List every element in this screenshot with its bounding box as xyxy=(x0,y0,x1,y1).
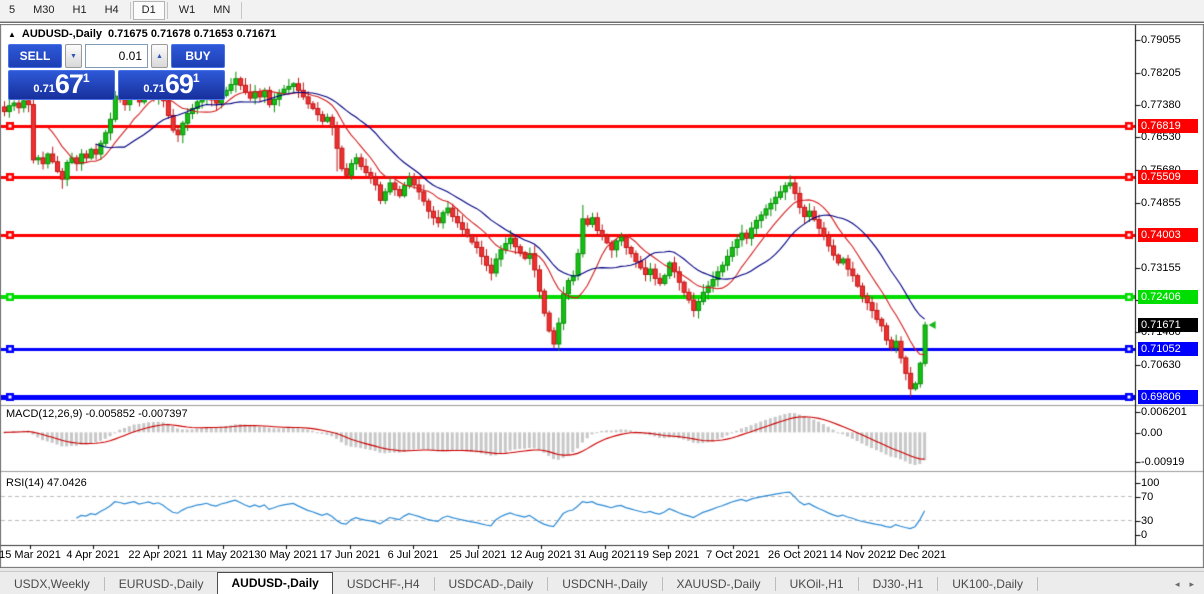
price-axis-tick: 0.74855 xyxy=(1141,197,1181,209)
date-axis-label: 31 Aug 2021 xyxy=(574,549,636,561)
date-axis-label: 11 May 2021 xyxy=(191,549,255,561)
volume-input[interactable]: 0.01 xyxy=(85,44,148,68)
buy-price-main: 69 xyxy=(164,69,194,99)
price-axis-tick: 0.70630 xyxy=(1141,359,1181,371)
timeframe-button-5[interactable]: 5 xyxy=(0,1,24,20)
symbol-tab-bar: USDX,Weekly EURUSD-,Daily AUDUSD-,Daily USD… xyxy=(0,571,1204,594)
level-price-tag: 0.76819 xyxy=(1138,119,1198,133)
one-click-trade-panel: SELL ▼ 0.01 ▲ BUY 0.71 67 1 0.71 69 1 xyxy=(8,44,225,100)
buy-price-prefix: 0.71 xyxy=(143,83,165,95)
level-price-tag: 0.69806 xyxy=(1138,390,1198,404)
sell-price-pip: 1 xyxy=(82,71,90,85)
price-axis-tick: 0.73155 xyxy=(1141,262,1181,274)
toolbar-separator xyxy=(129,2,131,19)
timeframe-button-h1[interactable]: H1 xyxy=(64,1,96,20)
indicator-axis-tick: 30 xyxy=(1141,515,1154,527)
indicator-axis-tick: 0 xyxy=(1141,529,1148,541)
tabs-scroll-left-icon[interactable]: ◂ xyxy=(1175,579,1180,590)
date-axis-label: 26 Oct 2021 xyxy=(768,549,828,561)
indicator-axis-tick: 100 xyxy=(1141,477,1160,489)
timeframe-button-w1[interactable]: W1 xyxy=(170,1,205,20)
chart-symbol-title: AUDUSD-,Daily xyxy=(21,28,102,40)
window-border xyxy=(0,22,1204,23)
price-axis-tick: 0.79055 xyxy=(1141,34,1181,46)
timeframe-button-d1[interactable]: D1 xyxy=(132,1,165,20)
date-axis-label: 14 Nov 2021 xyxy=(829,549,893,561)
date-axis-label: 19 Sep 2021 xyxy=(636,549,700,561)
indicator-axis-tick: 0.00 xyxy=(1141,427,1163,439)
symbol-tab-usdcnh[interactable]: USDCNH-,Daily xyxy=(548,574,661,594)
toolbar-separator xyxy=(166,2,168,19)
timeframe-toolbar: 5 M30 H1 H4 D1 W1 MN xyxy=(0,0,1204,22)
date-axis-label: 30 May 2021 xyxy=(254,549,318,561)
tab-separator xyxy=(1036,577,1038,591)
symbol-tab-usdcad[interactable]: USDCAD-,Daily xyxy=(435,574,548,594)
price-axis-tick: 0.78205 xyxy=(1141,67,1181,79)
indicator-axis-tick: 0.006201 xyxy=(1141,406,1187,418)
price-chart-canvas[interactable] xyxy=(0,24,1204,568)
symbol-tab-dj30[interactable]: DJ30-,H1 xyxy=(859,574,938,594)
date-axis-label: 25 Jul 2021 xyxy=(449,549,507,561)
timeframe-button-h4[interactable]: H4 xyxy=(96,1,128,20)
date-axis-label: 15 Mar 2021 xyxy=(0,549,61,561)
symbol-tab-audusd[interactable]: AUDUSD-,Daily xyxy=(217,572,333,594)
date-axis-label: 7 Oct 2021 xyxy=(706,549,760,561)
level-price-tag: 0.75509 xyxy=(1138,170,1198,184)
sell-price-prefix: 0.71 xyxy=(33,83,55,95)
price-axis-tick: 0.77380 xyxy=(1141,99,1181,111)
date-axis-label: 12 Aug 2021 xyxy=(510,549,572,561)
collapse-panel-icon[interactable]: ▲ xyxy=(8,30,16,39)
symbol-tab-xauusd[interactable]: XAUUSD-,Daily xyxy=(663,574,775,594)
level-price-tag: 0.71052 xyxy=(1138,342,1198,356)
date-axis-label: 6 Jul 2021 xyxy=(387,549,439,561)
indicator-axis-tick: -0.00919 xyxy=(1141,456,1185,468)
buy-button[interactable]: BUY xyxy=(171,44,225,68)
date-axis-label: 17 Jun 2021 xyxy=(319,549,381,561)
volume-decrease-button[interactable]: ▼ xyxy=(65,44,82,68)
indicator-axis-tick: 70 xyxy=(1141,491,1154,503)
symbol-tab-eurusd[interactable]: EURUSD-,Daily xyxy=(105,574,218,594)
timeframe-button-mn[interactable]: MN xyxy=(204,1,239,20)
timeframe-button-m30[interactable]: M30 xyxy=(24,1,63,20)
mt4-window: 5 M30 H1 H4 D1 W1 MN ▲ AUDUSD-,Daily 0.71675 0… xyxy=(0,0,1204,594)
tabs-scroll-right-icon[interactable]: ▸ xyxy=(1189,579,1194,590)
date-axis-label: 22 Apr 2021 xyxy=(128,549,188,561)
symbol-tab-usdchf[interactable]: USDCHF-,H4 xyxy=(333,574,434,594)
symbol-tab-usdx[interactable]: USDX,Weekly xyxy=(0,574,104,594)
rsi-indicator-label: RSI(14) 47.0426 xyxy=(6,477,87,489)
toolbar-separator xyxy=(241,2,243,19)
level-price-tag: 0.74003 xyxy=(1138,228,1198,242)
date-axis-label: 2 Dec 2021 xyxy=(889,549,947,561)
sell-price-main: 67 xyxy=(54,69,84,99)
current-price-tag: 0.71671 xyxy=(1138,318,1198,332)
macd-indicator-label: MACD(12,26,9) -0.005852 -0.007397 xyxy=(6,408,188,420)
symbol-tab-uk100[interactable]: UK100-,Daily xyxy=(938,574,1037,594)
level-price-tag: 0.72406 xyxy=(1138,290,1198,304)
buy-price-pip: 1 xyxy=(192,71,200,85)
chart-ohlc-values: 0.71675 0.71678 0.71653 0.71671 xyxy=(108,28,277,40)
buy-price-button[interactable]: 0.71 69 1 xyxy=(118,70,225,100)
sell-price-button[interactable]: 0.71 67 1 xyxy=(8,70,115,100)
sell-button[interactable]: SELL xyxy=(8,44,62,68)
date-axis-label: 4 Apr 2021 xyxy=(66,549,120,561)
chart-header: ▲ AUDUSD-,Daily 0.71675 0.71678 0.71653 … xyxy=(8,27,276,41)
volume-increase-button[interactable]: ▲ xyxy=(151,44,168,68)
symbol-tab-ukoil[interactable]: UKOil-,H1 xyxy=(776,574,858,594)
